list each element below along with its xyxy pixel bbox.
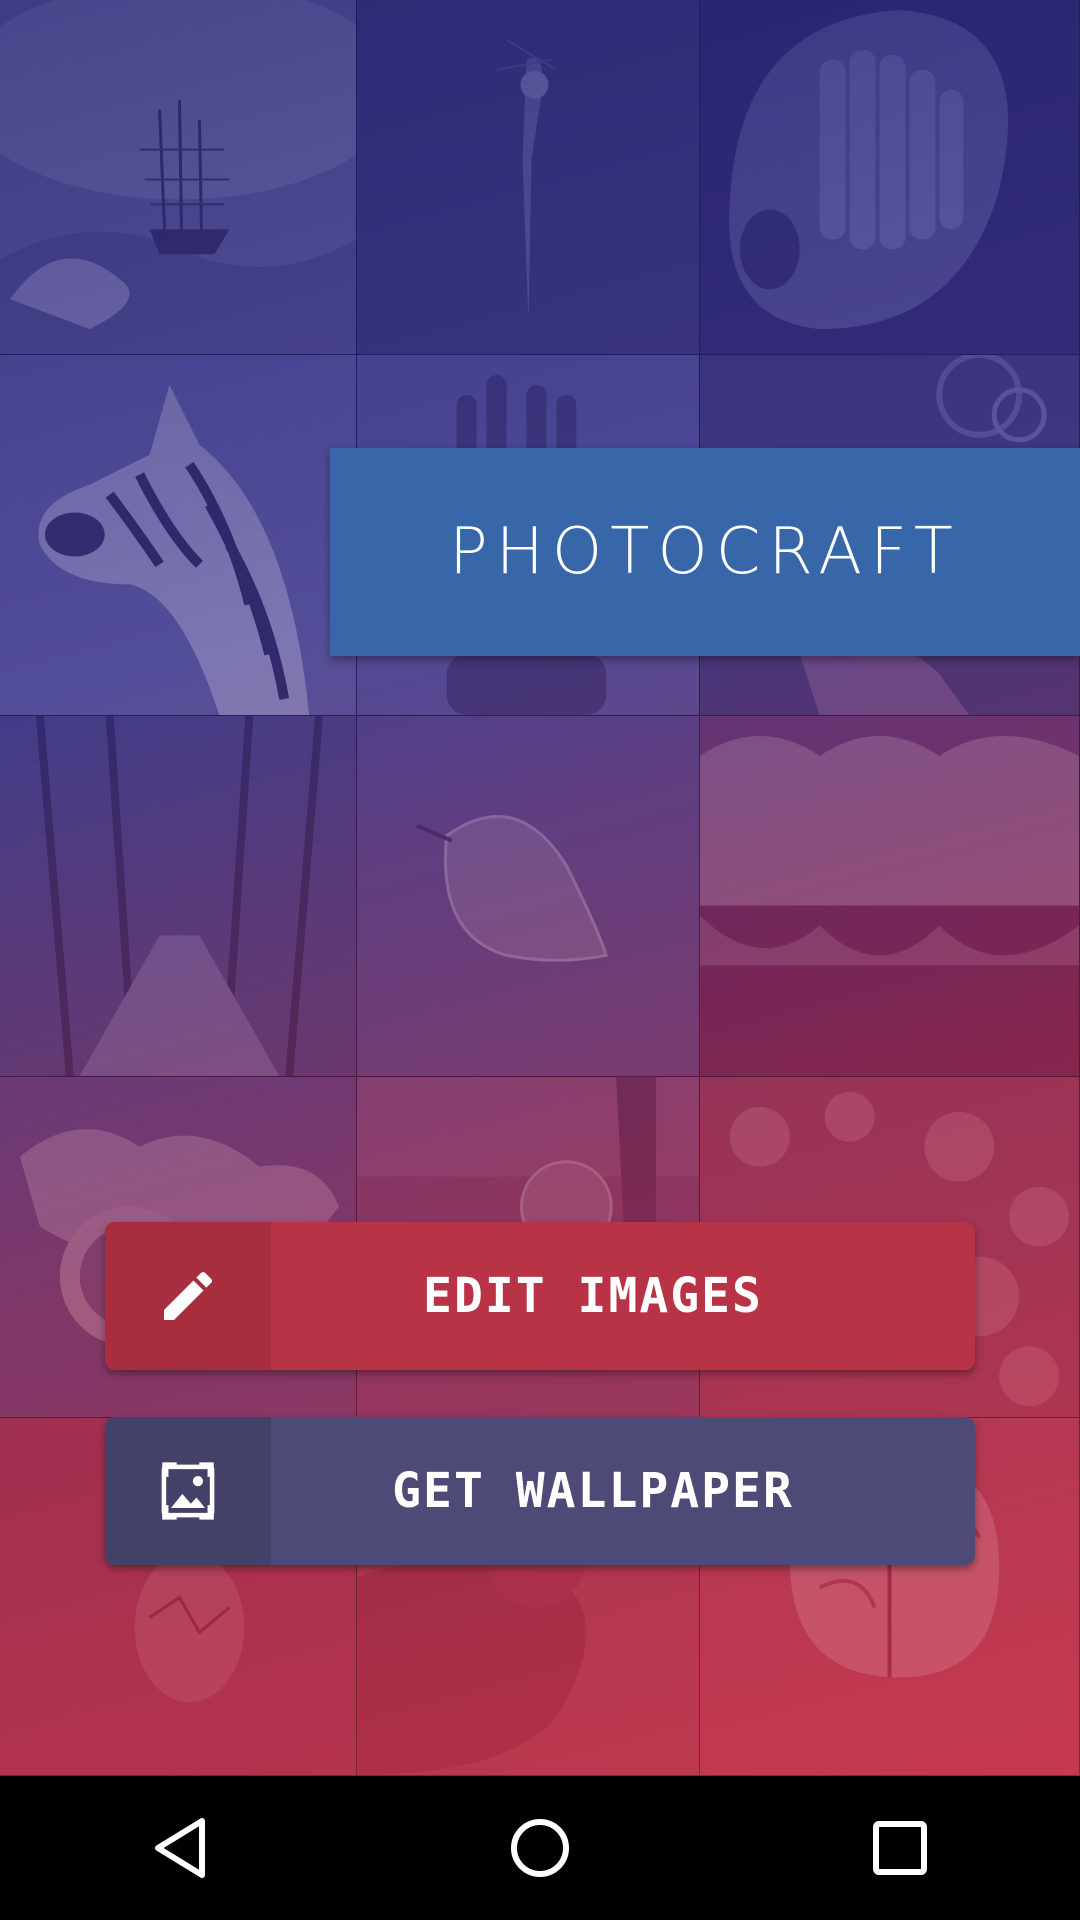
tile-forest-road (0, 716, 357, 1077)
edit-icon-box (105, 1222, 271, 1370)
wallpaper-image-icon (161, 1462, 215, 1520)
nav-back-button[interactable] (120, 1788, 240, 1908)
back-triangle-icon (155, 1818, 205, 1878)
edit-images-button[interactable]: EDIT IMAGES (105, 1222, 975, 1370)
get-wallpaper-button[interactable]: GET WALLPAPER (105, 1417, 975, 1565)
app-title: PHOTOCRAFT (449, 515, 961, 589)
tile-lake-forest-reflection (700, 716, 1080, 1077)
system-navigation-bar (0, 1776, 1080, 1920)
recents-square-icon (873, 1821, 927, 1875)
wallpaper-icon-box (105, 1417, 271, 1565)
tile-hand-with-crayons (700, 0, 1080, 355)
app-screen: PHOTOCRAFT EDIT IMAGES GET WALLPAPER (0, 0, 1080, 1920)
get-wallpaper-label: GET WALLPAPER (392, 1463, 794, 1519)
home-circle-icon (511, 1819, 569, 1877)
edit-images-label: EDIT IMAGES (423, 1268, 763, 1324)
app-title-banner: PHOTOCRAFT (330, 448, 1080, 656)
tile-frosted-leaf (357, 716, 700, 1077)
nav-home-button[interactable] (480, 1788, 600, 1908)
tile-parrot-on-dark-wall (357, 0, 700, 355)
pencil-icon (164, 1271, 213, 1320)
tile-zebra-hand-art (0, 355, 357, 716)
nav-recents-button[interactable] (840, 1788, 960, 1908)
tile-ship-in-storm (0, 0, 357, 355)
